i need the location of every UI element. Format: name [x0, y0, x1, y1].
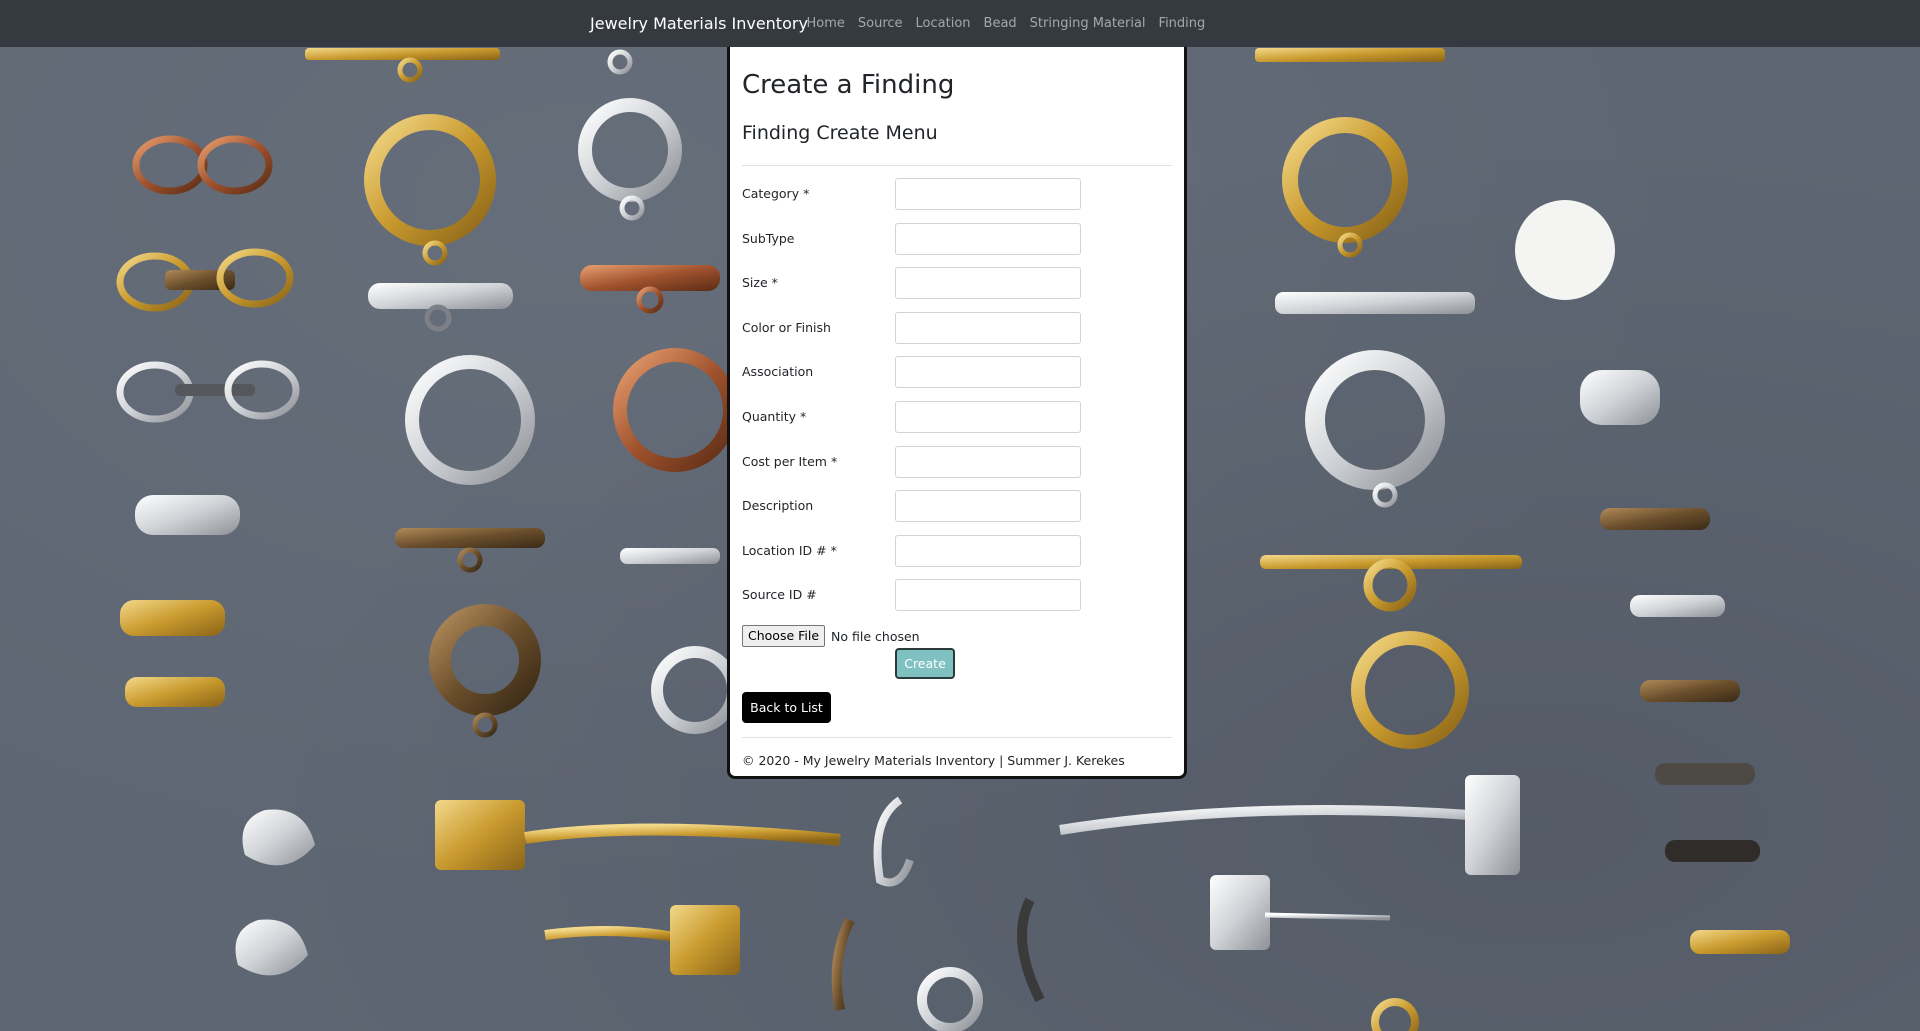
required-marker: * — [771, 275, 778, 290]
location-id-label: Location ID # * — [742, 543, 837, 558]
create-finding-card: Create a Finding Finding Create Menu Cat… — [727, 44, 1187, 779]
subtype-input[interactable] — [895, 223, 1081, 255]
form-row-association: Association — [742, 356, 1172, 388]
association-input[interactable] — [895, 356, 1081, 388]
footer-divider — [742, 737, 1172, 738]
form-row-color-finish: Color or Finish — [742, 312, 1172, 344]
page-subtitle: Finding Create Menu — [742, 122, 938, 144]
color-finish-label: Color or Finish — [742, 320, 831, 335]
category-label: Category * — [742, 186, 810, 201]
required-marker: * — [803, 186, 810, 201]
create-button[interactable]: Create — [895, 648, 955, 679]
nav-link-bead[interactable]: Bead — [977, 15, 1023, 33]
description-input[interactable] — [895, 490, 1081, 522]
required-marker: * — [800, 409, 807, 424]
footer-text: © 2020 - My Jewelry Materials Inventory … — [742, 753, 1125, 768]
category-input[interactable] — [895, 178, 1081, 210]
required-marker: * — [830, 454, 838, 469]
nav-links: Home Source Location Bead Stringing Mate… — [800, 15, 1212, 33]
form-row-category: Category * — [742, 178, 1172, 210]
file-upload: Choose File No file chosen — [742, 625, 920, 647]
subtype-label: SubType — [742, 231, 795, 246]
quantity-input[interactable] — [895, 401, 1081, 433]
quantity-label: Quantity * — [742, 409, 807, 424]
page-title: Create a Finding — [742, 70, 955, 100]
color-finish-input[interactable] — [895, 312, 1081, 344]
back-to-list-button[interactable]: Back to List — [742, 692, 831, 723]
form-row-size: Size * — [742, 267, 1172, 299]
size-input[interactable] — [895, 267, 1081, 299]
source-id-input[interactable] — [895, 579, 1081, 611]
nav-link-finding[interactable]: Finding — [1152, 15, 1212, 33]
nav-link-location[interactable]: Location — [909, 15, 977, 33]
choose-file-button[interactable]: Choose File — [742, 625, 826, 647]
association-label: Association — [742, 364, 814, 379]
file-status: No file chosen — [831, 628, 920, 644]
form-row-cost-per-item: Cost per Item * — [742, 446, 1172, 478]
size-label: Size * — [742, 275, 778, 290]
form-row-source-id: Source ID # — [742, 579, 1172, 611]
cost-per-item-label: Cost per Item * — [742, 454, 838, 469]
source-id-label: Source ID # — [742, 587, 817, 602]
form-row-location-id: Location ID # * — [742, 535, 1172, 567]
brand-link[interactable]: Jewelry Materials Inventory — [590, 13, 808, 35]
top-navbar: Jewelry Materials Inventory Home Source … — [0, 0, 1920, 47]
nav-link-source[interactable]: Source — [851, 15, 909, 33]
form-row-quantity: Quantity * — [742, 401, 1172, 433]
nav-link-home[interactable]: Home — [800, 15, 851, 33]
nav-link-stringing-material[interactable]: Stringing Material — [1023, 15, 1152, 33]
form-row-description: Description — [742, 490, 1172, 522]
cost-per-item-input[interactable] — [895, 446, 1081, 478]
description-label: Description — [742, 498, 814, 513]
required-marker: * — [830, 543, 837, 558]
form-row-subtype: SubType — [742, 223, 1172, 255]
location-id-input[interactable] — [895, 535, 1081, 567]
divider — [742, 165, 1172, 166]
